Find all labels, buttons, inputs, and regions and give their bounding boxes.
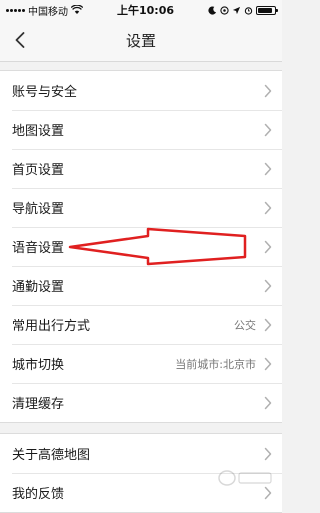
chevron-right-icon [264, 84, 272, 98]
chevron-right-icon [264, 279, 272, 293]
settings-row-label: 首页设置 [12, 163, 65, 178]
chevron-right-icon [264, 201, 272, 215]
wifi-icon [71, 5, 83, 14]
settings-row[interactable]: 城市切换 当前城市:北京市 [0, 344, 282, 383]
settings-list: 账号与安全地图设置首页设置导航设置语音设置通勤设置常用出行方式 公交城市切换 当前城… [0, 70, 282, 513]
settings-row-value: 公交 [234, 318, 256, 332]
settings-row[interactable]: 常用出行方式 公交 [0, 305, 282, 344]
at-icon [220, 5, 229, 15]
battery-icon [255, 5, 278, 15]
chevron-right-icon [264, 447, 272, 461]
chevron-right-icon [264, 318, 272, 332]
settings-row-label: 城市切换 [12, 358, 65, 373]
settings-row[interactable]: 通勤设置 [0, 266, 282, 305]
page-title: 设置 [125, 32, 156, 50]
carrier-label: 中国移动 [28, 6, 68, 18]
chevron-left-icon [15, 32, 25, 48]
settings-row[interactable]: 清理缓存 [0, 383, 282, 422]
status-left: 中国移动 [6, 3, 83, 18]
moon-icon [208, 5, 217, 15]
chevron-right-icon [264, 357, 272, 371]
settings-row[interactable]: 语音设置 [0, 227, 282, 266]
settings-row[interactable]: 账号与安全 [0, 71, 282, 110]
location-icon [232, 6, 241, 14]
settings-row[interactable]: 地图设置 [0, 110, 282, 149]
chevron-right-icon [264, 396, 272, 410]
status-right [208, 5, 278, 15]
settings-row[interactable]: 导航设置 [0, 188, 282, 227]
settings-row-label: 常用出行方式 [12, 319, 91, 334]
settings-row-label: 导航设置 [12, 202, 65, 217]
settings-section: 账号与安全地图设置首页设置导航设置语音设置通勤设置常用出行方式 公交城市切换 当前城… [0, 70, 282, 423]
status-bar: 中国移动 上午10:06 [0, 0, 282, 20]
status-time: 上午10:06 [116, 4, 174, 17]
chevron-right-icon [264, 240, 272, 254]
settings-row[interactable]: 首页设置 [0, 149, 282, 188]
settings-row-label: 通勤设置 [12, 280, 65, 295]
signal-icon [6, 8, 25, 12]
chevron-right-icon [264, 123, 272, 137]
settings-row-label: 清理缓存 [12, 397, 65, 412]
settings-row-label: 关于高德地图 [12, 448, 91, 463]
settings-row-label: 地图设置 [12, 124, 65, 139]
back-button[interactable] [8, 28, 32, 52]
settings-row-value: 当前城市:北京市 [175, 357, 256, 371]
watermark-logo [216, 466, 276, 490]
alarm-icon [244, 6, 253, 15]
chevron-right-icon [264, 162, 272, 176]
nav-bar: 设置 [0, 20, 282, 62]
settings-row-label: 账号与安全 [12, 85, 78, 100]
settings-row-label: 语音设置 [12, 241, 65, 256]
